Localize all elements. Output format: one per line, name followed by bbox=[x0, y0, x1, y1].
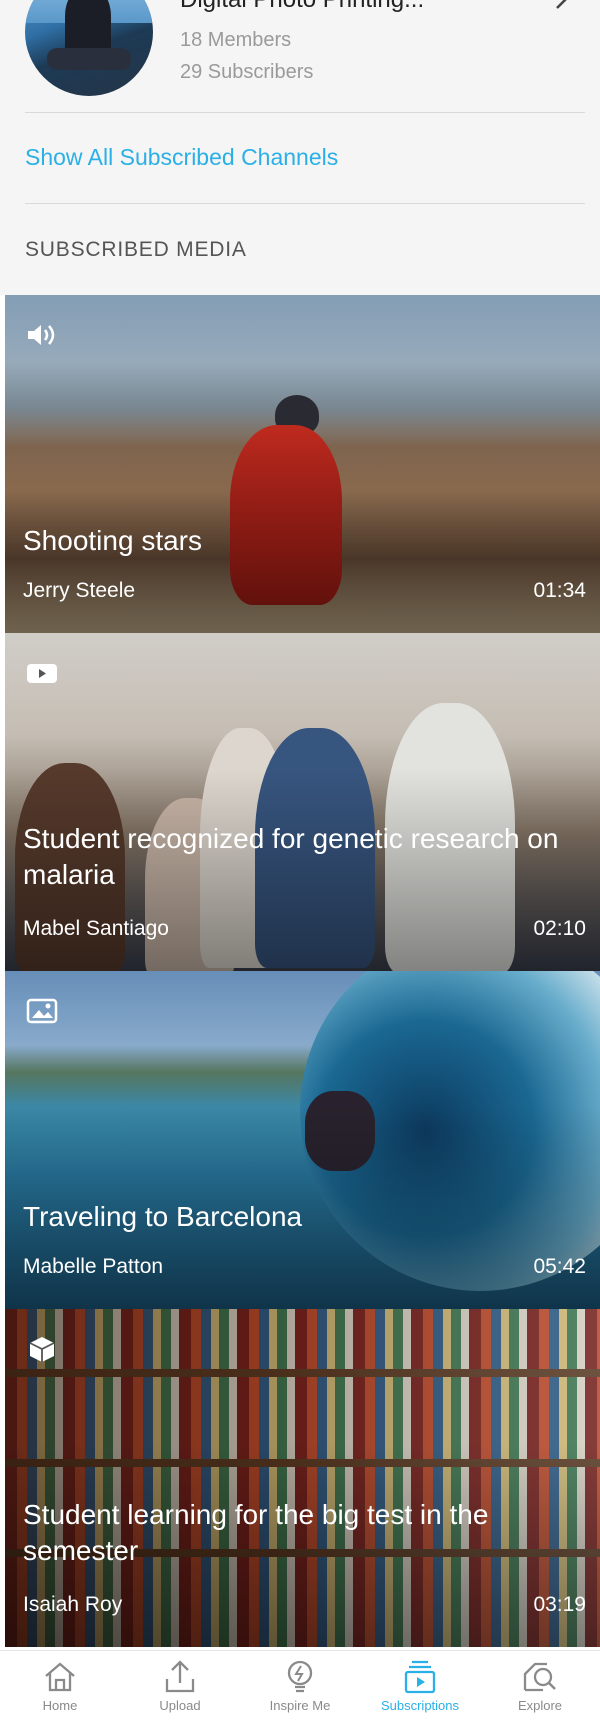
nav-explore[interactable]: Explore bbox=[480, 1651, 600, 1724]
divider bbox=[25, 112, 585, 113]
subscribed-channels-section: Digital Photo Printing... 18 Members 29 … bbox=[0, 0, 600, 295]
subscriptions-icon bbox=[401, 1659, 439, 1695]
media-card[interactable]: Student learning for the big test in the… bbox=[5, 1309, 600, 1647]
media-title: Shooting stars bbox=[23, 525, 202, 556]
divider bbox=[25, 203, 585, 204]
image-icon bbox=[25, 997, 59, 1025]
media-title: Student learning for the big test in the… bbox=[23, 1499, 489, 1566]
home-icon bbox=[41, 1659, 79, 1695]
show-all-channels-link[interactable]: Show All Subscribed Channels bbox=[25, 144, 338, 171]
nav-inspire-me[interactable]: Inspire Me bbox=[240, 1651, 360, 1724]
nav-label: Subscriptions bbox=[380, 1698, 460, 1713]
channel-name: Digital Photo Printing... bbox=[180, 0, 424, 14]
nav-label: Upload bbox=[159, 1698, 201, 1713]
media-duration: 05:42 bbox=[533, 1255, 586, 1278]
nav-label: Inspire Me bbox=[269, 1698, 331, 1713]
bottom-nav: Home Upload Inspire Me Subscriptions Exp… bbox=[0, 1650, 600, 1724]
media-duration: 03:19 bbox=[533, 1593, 586, 1616]
media-author: Isaiah Roy bbox=[23, 1593, 123, 1616]
channel-subscribers-count: 29 Subscribers bbox=[180, 61, 314, 83]
channel-avatar bbox=[25, 0, 153, 96]
nav-home[interactable]: Home bbox=[0, 1651, 120, 1724]
nav-label: Home bbox=[42, 1698, 78, 1713]
media-title: Student recognized for genetic research … bbox=[23, 823, 559, 890]
media-author: Jerry Steele bbox=[23, 579, 136, 602]
media-card[interactable]: Shooting stars Jerry Steele 01:34 bbox=[5, 295, 600, 633]
media-duration: 02:10 bbox=[533, 917, 586, 940]
explore-icon bbox=[521, 1659, 559, 1695]
nav-label: Explore bbox=[517, 1698, 563, 1713]
media-duration: 01:34 bbox=[533, 579, 586, 602]
upload-icon bbox=[161, 1659, 199, 1695]
media-title: Traveling to Barcelona bbox=[23, 1201, 303, 1232]
media-author: Mabelle Patton bbox=[23, 1255, 164, 1278]
chevron-right-icon[interactable] bbox=[555, 0, 567, 16]
media-list: Shooting stars Jerry Steele 01:34 Studen… bbox=[5, 295, 600, 1647]
nav-upload[interactable]: Upload bbox=[120, 1651, 240, 1724]
3d-box-icon bbox=[25, 1335, 59, 1363]
media-author: Mabel Santiago bbox=[23, 917, 169, 940]
audio-icon bbox=[25, 321, 59, 349]
media-card[interactable]: Traveling to Barcelona Mabelle Patton 05… bbox=[5, 971, 600, 1309]
nav-subscriptions[interactable]: Subscriptions bbox=[360, 1651, 480, 1724]
bulb-icon bbox=[281, 1659, 319, 1695]
channel-row[interactable]: Digital Photo Printing... 18 Members 29 … bbox=[25, 0, 585, 112]
section-title: SUBSCRIBED MEDIA bbox=[25, 238, 247, 261]
video-icon bbox=[25, 659, 59, 687]
media-card[interactable]: Student recognized for genetic research … bbox=[5, 633, 600, 971]
channel-members-count: 18 Members bbox=[180, 29, 292, 51]
